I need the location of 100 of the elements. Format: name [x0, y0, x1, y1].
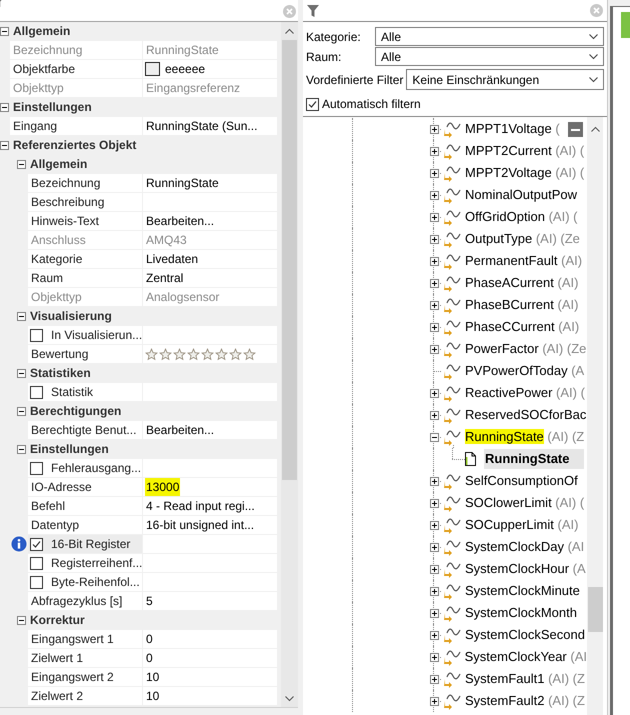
- filter-dropdown[interactable]: Alle: [375, 47, 604, 66]
- expand-icon[interactable]: [430, 674, 438, 684]
- collapse-icon[interactable]: [17, 160, 26, 168]
- chevron-down-icon[interactable]: [589, 76, 598, 82]
- checkbox[interactable]: [30, 386, 43, 398]
- expand-icon[interactable]: [430, 696, 438, 706]
- value-cell[interactable]: Bearbeiten...: [143, 421, 277, 439]
- tree-item[interactable]: SystemFault1 (AI) (Z: [465, 669, 585, 689]
- expand-icon[interactable]: [430, 608, 438, 618]
- value-cell[interactable]: RunningState (Sun...: [143, 117, 277, 135]
- expand-icon[interactable]: [430, 542, 438, 552]
- expand-icon[interactable]: [430, 410, 438, 420]
- scroll-down-icon[interactable]: [285, 696, 294, 702]
- star-icon[interactable]: [229, 348, 242, 360]
- filter-dropdown[interactable]: Keine Einschränkungen: [406, 69, 604, 90]
- expand-icon[interactable]: [430, 652, 438, 662]
- checkbox[interactable]: [306, 98, 319, 110]
- tree-item[interactable]: PhaseCCurrent (AI): [465, 317, 580, 337]
- value-cell[interactable]: 0: [143, 630, 277, 648]
- tree-item[interactable]: SystemFault2 (AI) (Z: [465, 691, 585, 711]
- scrollbar-thumb[interactable]: [282, 40, 297, 480]
- star-icon[interactable]: [243, 348, 256, 360]
- tree-item[interactable]: OffGridOption (AI) (: [465, 207, 578, 227]
- tile[interactable]: [621, 12, 630, 38]
- value-cell[interactable]: Bearbeiten...: [143, 212, 277, 230]
- color-swatch[interactable]: [145, 62, 160, 76]
- tree-item[interactable]: ReactivePower (AI) (: [465, 383, 585, 403]
- collapse-icon[interactable]: [17, 406, 26, 416]
- checkbox[interactable]: [30, 538, 43, 550]
- expand-icon[interactable]: [430, 344, 438, 354]
- expand-icon[interactable]: [430, 630, 438, 640]
- tree-item[interactable]: MPPT1Voltage (: [465, 119, 560, 139]
- star-icon[interactable]: [173, 348, 186, 360]
- checkbox[interactable]: [30, 576, 43, 588]
- value-cell[interactable]: eeeeee: [143, 60, 277, 78]
- tree-item[interactable]: SystemClockMinute: [465, 581, 580, 601]
- tree-item[interactable]: SelfConsumptionOf: [465, 471, 578, 491]
- value-cell[interactable]: 13000: [143, 478, 277, 496]
- tree-item[interactable]: SystemClockHour (A: [465, 559, 586, 579]
- collapse-icon[interactable]: [17, 616, 26, 624]
- checkbox[interactable]: [30, 328, 43, 342]
- expand-icon[interactable]: [430, 124, 438, 134]
- value-cell[interactable]: 10: [143, 668, 277, 686]
- tree-item[interactable]: PhaseACurrent (AI): [465, 273, 578, 293]
- expand-icon[interactable]: [430, 388, 438, 398]
- expand-icon[interactable]: [430, 322, 438, 332]
- expand-icon[interactable]: [430, 190, 438, 200]
- expand-icon[interactable]: [430, 476, 438, 486]
- tree-item[interactable]: PermanentFault (AI): [465, 251, 582, 271]
- tree-item[interactable]: SystemClockDay (AI: [465, 537, 584, 557]
- tree-item[interactable]: SOCupperLimit (AI): [465, 515, 578, 535]
- tree-item[interactable]: SystemClockYear (AI: [464, 647, 587, 667]
- value-cell[interactable]: [143, 345, 277, 363]
- value-cell[interactable]: 5: [143, 592, 277, 610]
- tree-item[interactable]: RunningState: [484, 449, 584, 469]
- value-cell[interactable]: [143, 459, 277, 477]
- expand-icon[interactable]: [430, 498, 438, 508]
- tree-item[interactable]: PowerFactor (AI) (Ze: [465, 339, 586, 359]
- tree-item[interactable]: SystemClockMonth: [465, 603, 577, 623]
- star-icon[interactable]: [215, 348, 228, 360]
- checkbox[interactable]: [30, 462, 43, 474]
- star-icon[interactable]: [145, 348, 158, 360]
- minus-icon[interactable]: [571, 128, 580, 130]
- value-cell[interactable]: Zentral: [143, 269, 277, 287]
- collapse-icon[interactable]: [0, 26, 9, 36]
- scroll-up-icon[interactable]: [285, 28, 294, 34]
- value-cell[interactable]: 10: [143, 687, 277, 705]
- star-icon[interactable]: [187, 348, 200, 360]
- tree-item[interactable]: SOClowerLimit (AI) (: [465, 493, 584, 513]
- scroll-up-icon[interactable]: [590, 126, 600, 132]
- tree-item[interactable]: ReservedSOCforBac: [465, 405, 586, 425]
- collapse-icon[interactable]: [0, 102, 9, 112]
- expand-icon[interactable]: [430, 146, 438, 156]
- scrollbar[interactable]: [587, 117, 603, 715]
- tree-item[interactable]: NominalOutputPow: [465, 185, 577, 205]
- expand-icon[interactable]: [430, 234, 438, 244]
- info-icon[interactable]: [11, 536, 27, 552]
- scrollbar-thumb[interactable]: [588, 587, 602, 632]
- chevron-down-icon[interactable]: [589, 54, 598, 60]
- expand-icon[interactable]: [430, 256, 438, 266]
- star-icon[interactable]: [159, 348, 172, 360]
- tree-item[interactable]: MPPT2Current (AI) (: [465, 141, 584, 161]
- chevron-down-icon[interactable]: [589, 34, 598, 40]
- tree-item[interactable]: MPPT2Voltage (AI) (: [465, 163, 584, 183]
- expand-icon[interactable]: [430, 586, 438, 596]
- tree-item[interactable]: SystemClockSecond: [465, 625, 585, 645]
- collapse-icon[interactable]: [17, 312, 26, 320]
- value-cell[interactable]: Livedaten: [143, 250, 277, 268]
- tree-item[interactable]: PhaseBCurrent (AI): [465, 295, 578, 315]
- value-cell[interactable]: 16-bit unsigned int...: [143, 516, 277, 534]
- tree-item[interactable]: PVPowerOfToday (A: [465, 361, 584, 381]
- checkbox[interactable]: [30, 556, 43, 570]
- collapse-icon[interactable]: [0, 140, 9, 150]
- expand-icon[interactable]: [430, 212, 438, 222]
- value-cell[interactable]: RunningState: [143, 174, 277, 192]
- filter-dropdown[interactable]: Alle: [375, 27, 604, 46]
- collapse-icon[interactable]: [17, 368, 26, 378]
- star-icon[interactable]: [201, 348, 214, 360]
- expand-icon[interactable]: [430, 168, 438, 178]
- collapse-button[interactable]: [568, 122, 583, 137]
